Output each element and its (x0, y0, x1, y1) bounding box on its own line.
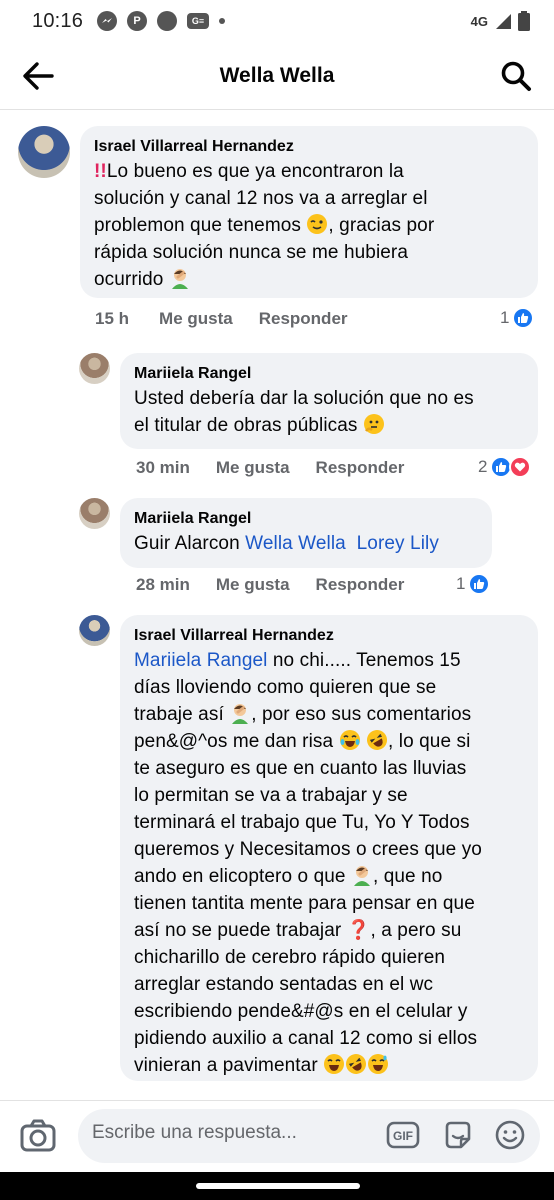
comment-actions: 28 min Me gusta Responder (136, 575, 404, 595)
emoji-picker-icon[interactable] (494, 1119, 526, 1151)
like-button[interactable]: Me gusta (216, 575, 290, 595)
news-icon: G≡ (187, 13, 210, 29)
reaction-count: 2 (478, 457, 488, 476)
man-facepalming-emoji-icon (353, 866, 370, 886)
comment-bubble: Mariiela Rangel Guir Alarcon Wella Wella… (120, 498, 492, 568)
avatar[interactable] (79, 615, 110, 646)
page-title: Wella Wella (219, 63, 335, 87)
thinking-face-emoji-icon (363, 414, 384, 434)
rofl-emoji-icon (366, 730, 387, 750)
comment-age: 30 min (136, 458, 190, 477)
winking-face-emoji-icon (307, 214, 328, 234)
messenger-icon (97, 11, 118, 31)
comment-bubble: Mariiela Rangel Usted debería dar la sol… (120, 353, 538, 449)
reaction-summary[interactable]: 1 (456, 573, 491, 595)
page-header: Wella Wella (0, 42, 554, 110)
reply-button[interactable]: Responder (259, 309, 348, 329)
comment-text: !!Lo bueno es que ya encontraron la solu… (94, 161, 435, 290)
comment-age: 15 h (95, 309, 130, 328)
pinterest-icon: P (127, 11, 148, 31)
status-time: 10:16 (32, 9, 84, 32)
man-facepalming-emoji-icon (171, 269, 188, 289)
reply-input-placeholder: Escribe una respuesta... (92, 1122, 297, 1143)
reaction-summary[interactable]: 2 (478, 456, 532, 478)
comment-actions: 30 min Me gusta Responder (136, 458, 404, 478)
reply-button[interactable]: Responder (316, 575, 405, 595)
double-exclamation-icon: !! (94, 161, 107, 182)
system-indicators: 4G (471, 11, 530, 31)
man-facepalming-emoji-icon (232, 704, 249, 724)
mention-link[interactable]: Lorey Lily (357, 533, 439, 554)
grinning-sweat-emoji-icon (324, 1054, 345, 1074)
home-gesture-handle[interactable] (196, 1183, 360, 1189)
reaction-count: 1 (456, 574, 466, 593)
svg-text:GIF: GIF (393, 1129, 413, 1143)
notification-icons: P G≡ (97, 11, 226, 31)
comment-text: Usted debería dar la solución que no es … (134, 388, 474, 436)
like-button[interactable]: Me gusta (159, 309, 233, 329)
reaction-count: 1 (500, 308, 510, 327)
sticker-icon[interactable] (442, 1119, 474, 1151)
search-icon[interactable] (500, 60, 532, 92)
more-notifications-icon (219, 18, 226, 24)
comment-bubble: Israel Villarreal Hernandez !!Lo bueno e… (80, 126, 538, 298)
gif-icon[interactable]: GIF (386, 1119, 420, 1151)
like-reaction-icon (468, 573, 491, 595)
reply-button[interactable]: Responder (316, 458, 405, 478)
avatar[interactable] (18, 126, 70, 178)
avatar[interactable] (79, 353, 110, 384)
comment-text: Mariiela Rangel no chi..... Tenemos 15 d… (134, 650, 482, 1076)
system-navigation-bar (0, 1172, 554, 1200)
battery-icon (518, 11, 530, 31)
red-question-mark-icon: ❓ (346, 920, 371, 941)
reply-composer: Escribe una respuesta... GIF (0, 1100, 554, 1172)
tears-of-joy-emoji-icon (339, 730, 360, 750)
camera-icon[interactable] (20, 1119, 56, 1153)
comment-author[interactable]: Israel Villarreal Hernandez (94, 136, 524, 158)
reaction-summary[interactable]: 1 (500, 307, 535, 329)
like-button[interactable]: Me gusta (216, 458, 290, 478)
comment-age: 28 min (136, 575, 190, 594)
app-circle-icon (157, 11, 178, 31)
comment-actions: 15 h Me gusta Responder (95, 309, 348, 329)
love-reaction-icon (509, 456, 532, 478)
like-reaction-icon (512, 307, 535, 329)
avatar[interactable] (79, 498, 110, 529)
comment-author[interactable]: Mariiela Rangel (134, 363, 524, 385)
mention-link[interactable]: Wella Wella (245, 533, 346, 554)
back-arrow-icon[interactable] (20, 60, 56, 92)
signal-icon (496, 14, 511, 29)
comment-author[interactable]: Israel Villarreal Hernandez (134, 625, 524, 647)
comment-text: Guir Alarcon Wella Wella Lorey Lily (134, 533, 439, 554)
network-label: 4G (470, 13, 488, 29)
comment-bubble: Israel Villarreal Hernandez Mariiela Ran… (120, 615, 538, 1081)
rofl-emoji-icon (346, 1054, 367, 1074)
mention-link[interactable]: Mariiela Rangel (134, 650, 268, 671)
status-bar: 10:16 P G≡ 4G (0, 0, 554, 42)
comment-author[interactable]: Mariiela Rangel (134, 508, 478, 530)
grinning-sweat-emoji-icon (368, 1054, 389, 1074)
